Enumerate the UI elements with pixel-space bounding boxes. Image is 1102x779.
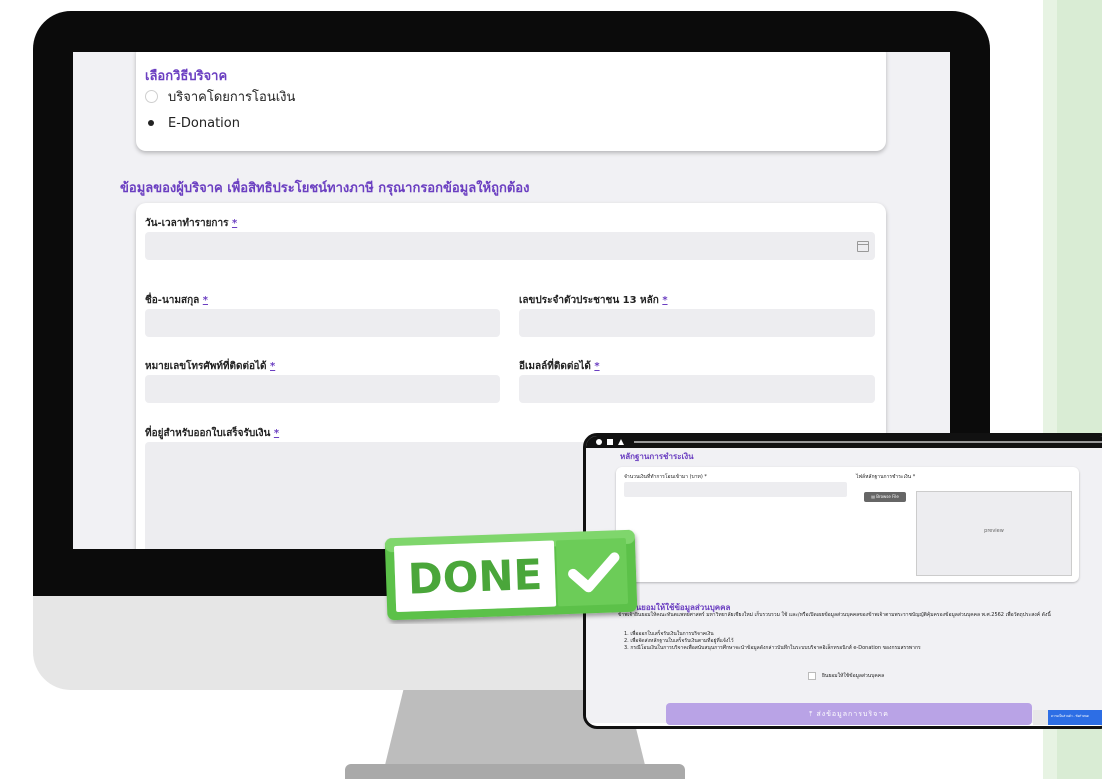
- donor-section-title: ข้อมูลของผู้บริจาค เพื่อสิทธิประโยชน์ทาง…: [120, 181, 530, 196]
- radio-label: E-Donation: [168, 116, 240, 131]
- phone-input[interactable]: [145, 375, 500, 403]
- file-icon: ▤: [871, 494, 875, 499]
- consent-text: ข้าพเจ้ายินยอมให้คณะทันตแพทยศาสตร์ มหาวิ…: [618, 612, 1051, 618]
- address-label: ที่อยู่สำหรับออกใบเสร็จรับเงิน *: [145, 428, 280, 439]
- radio-circle[interactable]: [145, 90, 158, 103]
- national-id-label: เลขประจำตัวประชาชน 13 หลัก *: [519, 295, 668, 306]
- name-input[interactable]: [145, 309, 500, 337]
- payment-proof-window: หลักฐานการชำระเงิน จำนวนเงินที่ทำการโอนเ…: [583, 433, 1102, 729]
- radio-option-e-donation[interactable]: E-Donation: [145, 116, 240, 131]
- submit-donation-button[interactable]: ⤒ ส่งข้อมูลการบริจาค: [666, 703, 1032, 725]
- payment-proof-card: จำนวนเงินที่ทำการโอนเข้ามา (บาท) * ไฟล์ห…: [616, 467, 1079, 582]
- name-label: ชื่อ-นามสกุล *: [145, 295, 208, 306]
- datetime-label: วัน-เวลาทำรายการ *: [145, 218, 238, 229]
- consent-item-3: 3. กรณีโอนเงินในการบริจาคเพื่อสนับสนุนกา…: [624, 645, 921, 651]
- window-titlebar-line: [634, 441, 1102, 443]
- radio-option-bank-transfer[interactable]: บริจาคโดยการโอนเงิน: [145, 86, 295, 107]
- window-dot-triangle-icon: [618, 439, 624, 445]
- done-badge: DONE: [384, 529, 638, 621]
- browse-file-button[interactable]: ▤ Browse File: [864, 492, 906, 502]
- window-dot-square-icon: [607, 439, 613, 445]
- email-input[interactable]: [519, 375, 875, 403]
- donation-method-card: เลือกวิธีบริจาค บริจาคโดยการโอนเงิน E-Do…: [136, 52, 886, 151]
- preview-label: preview: [984, 528, 1004, 534]
- consent-checkbox-row[interactable]: ยินยอมให้ใช้ข้อมูลส่วนบุคคล: [808, 672, 884, 680]
- consent-checkbox-label: ยินยอมให้ใช้ข้อมูลส่วนบุคคล: [822, 673, 885, 679]
- calendar-icon[interactable]: [857, 241, 869, 252]
- amount-label: จำนวนเงินที่ทำการโอนเข้ามา (บาท) *: [624, 474, 707, 480]
- recaptcha-icon: [1033, 710, 1048, 725]
- recaptcha-label: ความเป็นส่วนตัว - ข้อกำหนด: [1051, 714, 1089, 718]
- phone-label: หมายเลขโทรศัพท์ที่ติดต่อได้ *: [145, 361, 276, 372]
- payment-proof-title: หลักฐานการชำระเงิน: [620, 452, 694, 461]
- window-content: หลักฐานการชำระเงิน จำนวนเงินที่ทำการโอนเ…: [586, 448, 1102, 725]
- datetime-input[interactable]: [145, 232, 875, 260]
- national-id-input[interactable]: [519, 309, 875, 337]
- done-text: DONE: [407, 550, 543, 604]
- donation-method-title: เลือกวิธีบริจาค: [145, 69, 228, 84]
- recaptcha-badge[interactable]: ความเป็นส่วนตัว - ข้อกำหนด: [1033, 710, 1102, 725]
- file-preview-area[interactable]: preview: [916, 491, 1072, 576]
- upload-icon: ⤒: [809, 710, 814, 718]
- monitor-stand-base: [345, 764, 685, 779]
- email-label: อีเมลล์ที่ติดต่อได้ *: [519, 361, 600, 372]
- attach-label: ไฟล์หลักฐานการชำระเงิน *: [856, 474, 916, 480]
- radio-circle-selected[interactable]: [145, 117, 158, 130]
- amount-input[interactable]: [624, 482, 847, 497]
- consent-checkbox[interactable]: [808, 672, 816, 680]
- window-dot-circle-icon: [596, 439, 602, 445]
- radio-label: บริจาคโดยการโอนเงิน: [168, 90, 296, 105]
- window-titlebar: [586, 436, 1102, 448]
